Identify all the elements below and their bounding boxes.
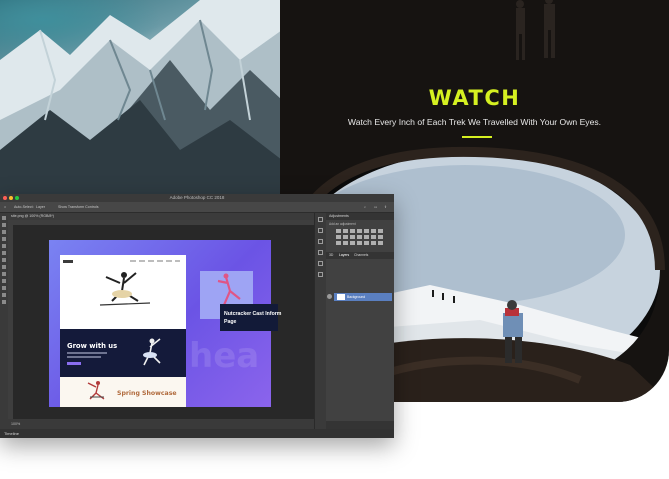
match-color-icon[interactable] (371, 241, 376, 245)
status-bar: 100% (8, 419, 314, 429)
layer-name: Background (347, 295, 366, 299)
hero-section (60, 255, 186, 329)
threshold-icon[interactable] (378, 235, 383, 239)
caption-line: Nutcracker Cast Inform (224, 311, 282, 317)
crop-icon[interactable] (2, 237, 6, 241)
panel-icon-strip (314, 213, 326, 429)
layer-select[interactable]: Layer (36, 202, 45, 212)
replace-color-icon[interactable] (378, 241, 383, 245)
eyedropper-icon[interactable] (2, 244, 6, 248)
right-panels: Adjustments Add an adjustment 3D Layers … (326, 213, 394, 429)
gradient-map-icon[interactable] (336, 241, 341, 245)
bw-icon[interactable] (336, 235, 341, 239)
vibrance-icon[interactable] (364, 229, 369, 233)
adjustments-subtitle: Add an adjustment (329, 222, 356, 226)
featured-card-caption[interactable]: Nutcracker Cast Inform Page (220, 304, 282, 331)
gradient-icon[interactable] (2, 272, 6, 276)
desaturate-icon[interactable] (364, 241, 369, 245)
workspace-icon[interactable]: ▭ (374, 202, 377, 212)
artboard-watermark: hea (189, 336, 260, 376)
stamp-icon[interactable] (2, 258, 6, 262)
tab-3d[interactable]: 3D (329, 252, 333, 259)
zoom-level: 100% (11, 422, 21, 426)
auto-select-checkbox[interactable]: Auto-Select: (14, 202, 34, 212)
glyphs-icon[interactable] (318, 272, 323, 277)
visibility-eye-icon[interactable] (327, 294, 332, 299)
color-balance-icon[interactable] (378, 229, 383, 233)
marquee-icon[interactable] (2, 223, 6, 227)
pen-icon[interactable] (2, 279, 6, 283)
invert-icon[interactable] (364, 235, 369, 239)
tools-panel (0, 213, 8, 429)
mountain-illustration (0, 0, 282, 196)
photo-filter-icon[interactable] (343, 235, 348, 239)
brush-settings-icon[interactable] (318, 239, 323, 244)
paragraph-icon[interactable] (318, 261, 323, 266)
grow-section: Grow with us (60, 329, 186, 377)
type-icon[interactable] (2, 286, 6, 290)
levels-icon[interactable] (343, 229, 348, 233)
dancer-photo (143, 338, 161, 366)
brightness-icon[interactable] (336, 229, 341, 233)
exposure-icon[interactable] (357, 229, 362, 233)
search-icon[interactable]: ⌕ (364, 202, 366, 212)
options-bar: ⌂ Auto-Select: Layer Show Transform Cont… (0, 202, 394, 213)
window-title: Adobe Photoshop CC 2018 (169, 195, 225, 200)
spring-dancer-illustration (87, 381, 105, 400)
selective-color-icon[interactable] (343, 241, 348, 245)
zoom-icon[interactable] (2, 300, 6, 304)
channel-mixer-icon[interactable] (350, 235, 355, 239)
lookup-icon[interactable] (357, 235, 362, 239)
promo-title: WATCH (428, 86, 521, 110)
website-artboard: hea Grow with us Spring Showcase Nutcrac… (49, 240, 281, 407)
spring-section: Spring Showcase (60, 377, 186, 407)
tab-layers[interactable]: Layers (339, 252, 349, 259)
mountain-photo (0, 0, 282, 196)
promo-divider (462, 136, 492, 138)
promo-subtitle: Watch Every Inch of Each Trek We Travell… (347, 117, 602, 127)
hue-icon[interactable] (371, 229, 376, 233)
tab-channels[interactable]: Channels (354, 252, 368, 259)
eraser-icon[interactable] (2, 265, 6, 269)
layer-thumbnail (337, 294, 345, 300)
layers-tab-bar: 3D Layers Channels (326, 252, 394, 259)
shadows-icon[interactable] (350, 241, 355, 245)
share-icon[interactable]: ⇪ (384, 202, 387, 212)
curves-icon[interactable] (350, 229, 355, 233)
home-icon[interactable]: ⌂ (4, 202, 6, 212)
window-titlebar: Adobe Photoshop CC 2018 (0, 194, 394, 202)
properties-icon[interactable] (318, 228, 323, 233)
character-icon[interactable] (318, 250, 323, 255)
history-icon[interactable] (318, 217, 323, 222)
layers-panel-footer (326, 421, 394, 429)
document-tab[interactable]: site.png @ 100% (RGB/8*) (8, 213, 314, 220)
document-tab-label: site.png @ 100% (RGB/8*) (11, 214, 54, 218)
transform-controls-checkbox[interactable]: Show Transform Controls (58, 202, 99, 212)
posterize-icon[interactable] (371, 235, 376, 239)
brush-icon[interactable] (2, 251, 6, 255)
timeline-bar[interactable]: Timeline (0, 429, 394, 438)
timeline-label: Timeline (4, 431, 19, 436)
move-icon[interactable] (2, 216, 6, 220)
adjustments-panel-title: Adjustments (326, 213, 394, 220)
lasso-icon[interactable] (2, 230, 6, 234)
adjustments-grid (326, 228, 394, 246)
ballet-dancer-illustration (99, 272, 151, 306)
hdr-icon[interactable] (357, 241, 362, 245)
hand-icon[interactable] (2, 293, 6, 297)
layer-row[interactable]: Background (334, 293, 392, 301)
caption-line: Page (224, 319, 237, 325)
